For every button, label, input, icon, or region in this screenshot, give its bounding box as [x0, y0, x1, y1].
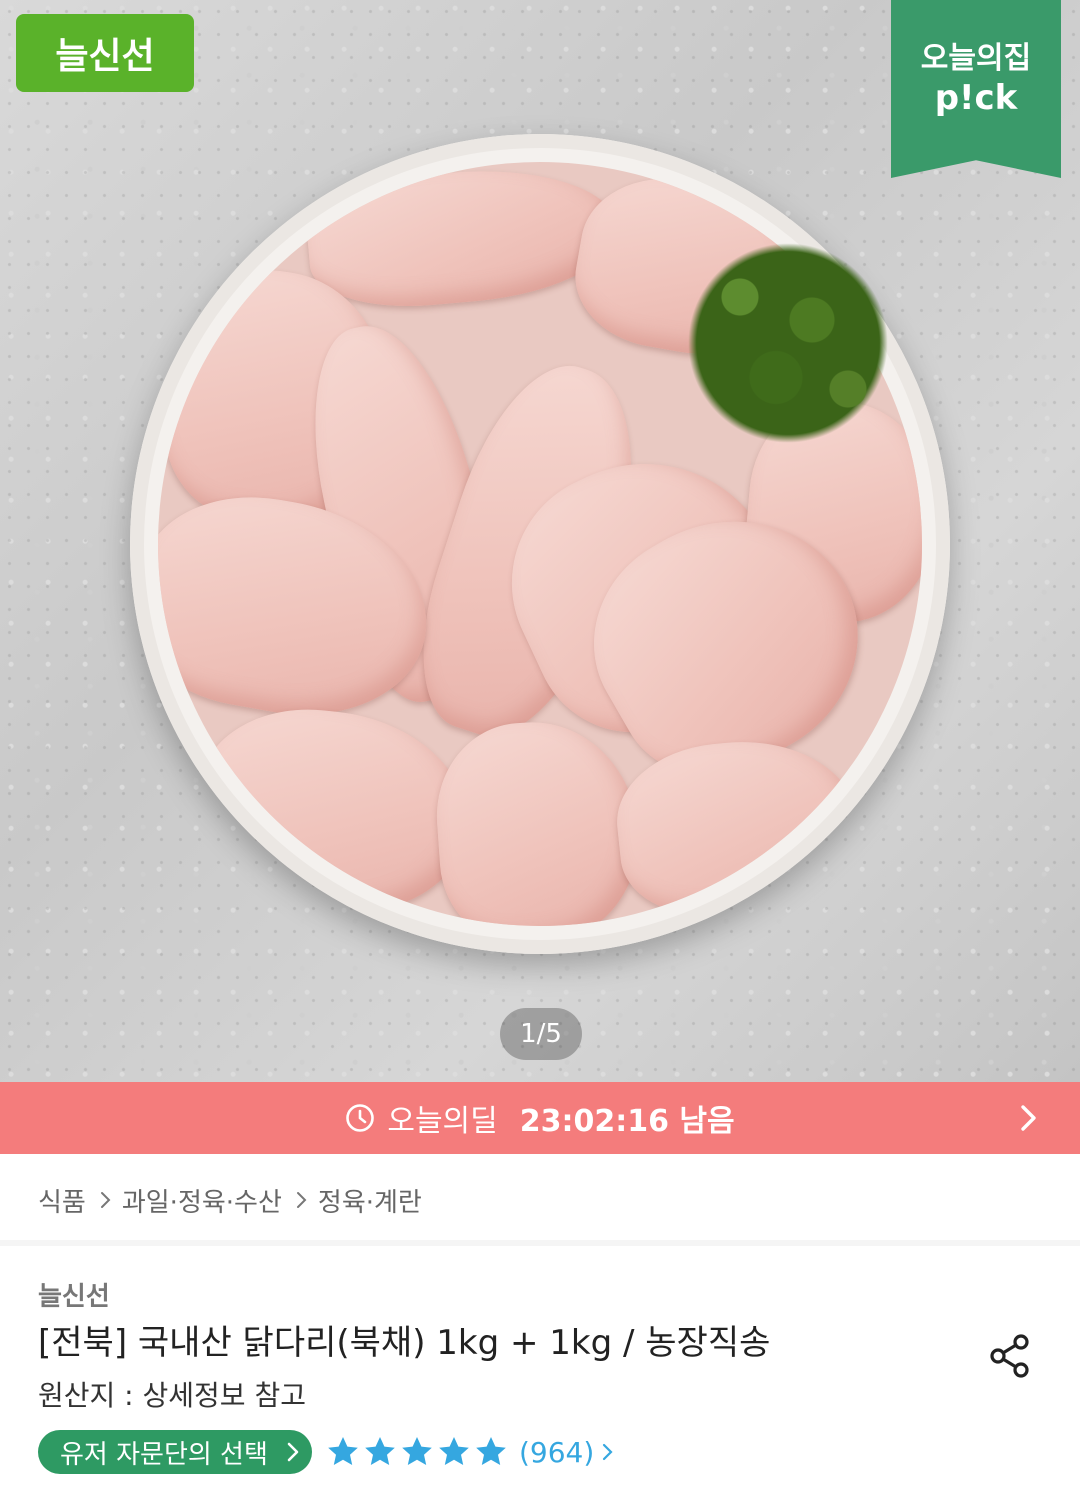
breadcrumb-item-meat-eggs[interactable]: 정육·계란 — [318, 1182, 422, 1219]
pick-badge-line2: p!ck — [934, 78, 1018, 118]
pick-badge: 오늘의집 p!ck — [891, 0, 1061, 178]
image-pager-indicator: 1/5 — [500, 1008, 582, 1060]
today-deal-bar[interactable]: 오늘의딜 23:02:16 남음 — [0, 1082, 1080, 1154]
origin-info: 원산지 : 상세정보 참고 — [38, 1379, 306, 1412]
breadcrumb-item-food[interactable]: 식품 — [38, 1182, 86, 1219]
chevron-right-icon — [287, 1442, 299, 1462]
review-count: (964) — [519, 1435, 595, 1469]
star-icon — [402, 1437, 432, 1465]
parsley-garnish-image — [668, 228, 908, 458]
section-divider — [0, 1240, 1080, 1246]
share-icon[interactable] — [984, 1330, 1036, 1382]
star-icon — [328, 1437, 358, 1465]
chevron-right-icon[interactable] — [1012, 1102, 1044, 1134]
product-title: [전북] 국내산 닭다리(북채) 1kg + 1kg / 농장직송 — [38, 1323, 771, 1363]
brand-badge: 늘신선 — [16, 14, 194, 92]
breadcrumb-item-fruit-meat-seafood[interactable]: 과일·정육·수산 — [122, 1182, 282, 1219]
pick-badge-line1: 오늘의집 — [920, 41, 1032, 76]
star-icon — [439, 1437, 469, 1465]
chevron-right-icon — [603, 1443, 613, 1461]
advisor-label: 유저 자문단의 선택 — [60, 1439, 268, 1470]
breadcrumb: 식품 과일·정육·수산 정육·계란 — [38, 1178, 422, 1222]
chevron-right-icon — [100, 1192, 111, 1208]
review-count-link[interactable]: (964) — [519, 1436, 619, 1469]
deal-countdown: 23:02:16 남음 — [519, 1104, 735, 1139]
clock-icon — [346, 1104, 375, 1132]
chevron-right-icon — [296, 1192, 307, 1208]
seller-name[interactable]: 늘신선 — [38, 1276, 110, 1313]
star-icon — [365, 1437, 395, 1465]
star-icon — [476, 1437, 506, 1465]
rating-stars: (964) — [326, 1432, 619, 1472]
user-advisor-pick-button[interactable]: 유저 자문단의 선택 — [38, 1430, 312, 1474]
deal-label: 오늘의딜 — [387, 1104, 498, 1139]
product-image-carousel[interactable]: 늘신선 오늘의집 p!ck 1/5 — [0, 0, 1080, 1082]
